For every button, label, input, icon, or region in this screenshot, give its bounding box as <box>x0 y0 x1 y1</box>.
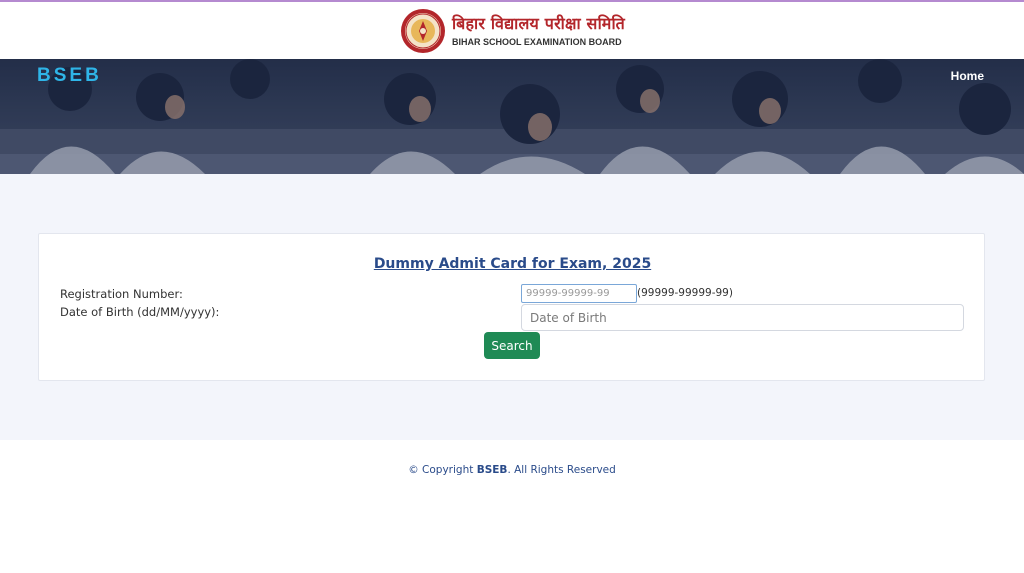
org-name-hindi: बिहार विद्यालय परीक्षा समिति <box>452 14 625 33</box>
date-of-birth-label: Date of Birth (dd/MM/yyyy): <box>60 305 220 319</box>
brand-header: बिहार विद्यालय परीक्षा समिति BIHAR SCHOO… <box>0 2 1024 59</box>
registration-number-label: Registration Number: <box>60 287 183 301</box>
copyright-prefix: © Copyright <box>408 464 477 476</box>
date-of-birth-input[interactable] <box>521 304 964 331</box>
admit-card-form: Dummy Admit Card for Exam, 2025 Registra… <box>38 233 985 381</box>
copyright-text: © Copyright BSEB. All Rights Reserved <box>0 464 1024 476</box>
copyright-suffix: . All Rights Reserved <box>507 464 616 476</box>
copyright-brand: BSEB <box>476 464 508 476</box>
registration-number-input[interactable] <box>521 284 637 303</box>
nav-home-link[interactable]: Home <box>951 69 984 83</box>
form-title: Dummy Admit Card for Exam, 2025 <box>373 256 652 272</box>
nav-brand-logo[interactable]: BSEB <box>37 65 102 87</box>
registration-format-hint: (99999-99999-99) <box>637 287 733 299</box>
main-content: Dummy Admit Card for Exam, 2025 Registra… <box>0 174 1024 440</box>
bseb-emblem-icon <box>401 9 445 53</box>
org-name-english: BIHAR SCHOOL EXAMINATION BOARD <box>452 37 622 47</box>
search-button[interactable]: Search <box>484 332 540 359</box>
hero-banner: BSEB Home <box>0 59 1024 174</box>
footer: © Copyright BSEB. All Rights Reserved <box>0 440 1024 573</box>
bseb-logo[interactable]: बिहार विद्यालय परीक्षा समिति BIHAR SCHOO… <box>400 7 625 55</box>
